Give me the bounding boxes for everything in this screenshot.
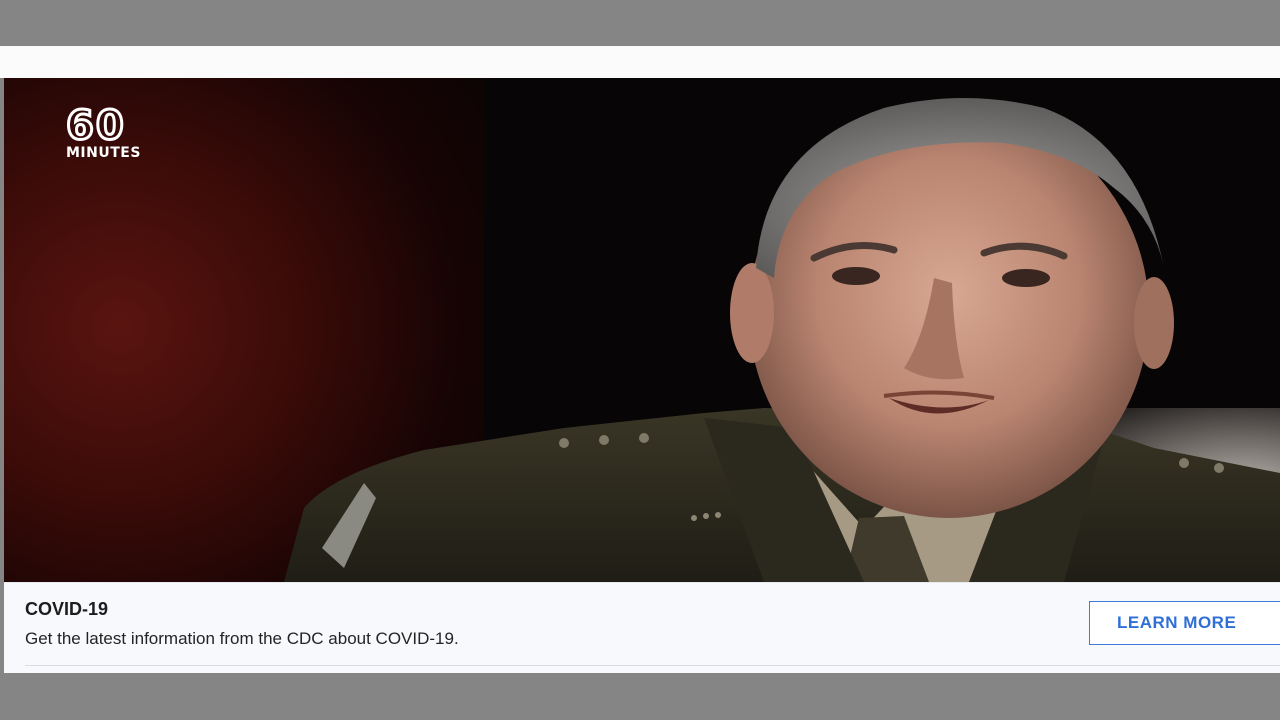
- top-white-strip: [0, 46, 1280, 78]
- eye-left: [832, 267, 880, 285]
- logo-number: 60: [65, 103, 126, 149]
- covid-info-panel: COVID-19 Get the latest information from…: [4, 582, 1280, 673]
- 60-minutes-logo: 60 MINUTES: [65, 103, 206, 166]
- ear-left: [730, 263, 774, 363]
- eye-right: [1002, 269, 1050, 287]
- learn-more-button[interactable]: LEARN MORE: [1089, 601, 1280, 645]
- ear-right: [1134, 277, 1174, 369]
- logo-word: MINUTES: [66, 145, 141, 161]
- screenshot-stage: 60 MINUTES COVID-19 Get the latest infor…: [0, 0, 1280, 720]
- info-panel-description: Get the latest information from the CDC …: [25, 629, 459, 648]
- info-panel-divider: [25, 665, 1280, 666]
- video-player[interactable]: 60 MINUTES: [4, 78, 1280, 582]
- info-panel-title: COVID-19: [25, 599, 109, 619]
